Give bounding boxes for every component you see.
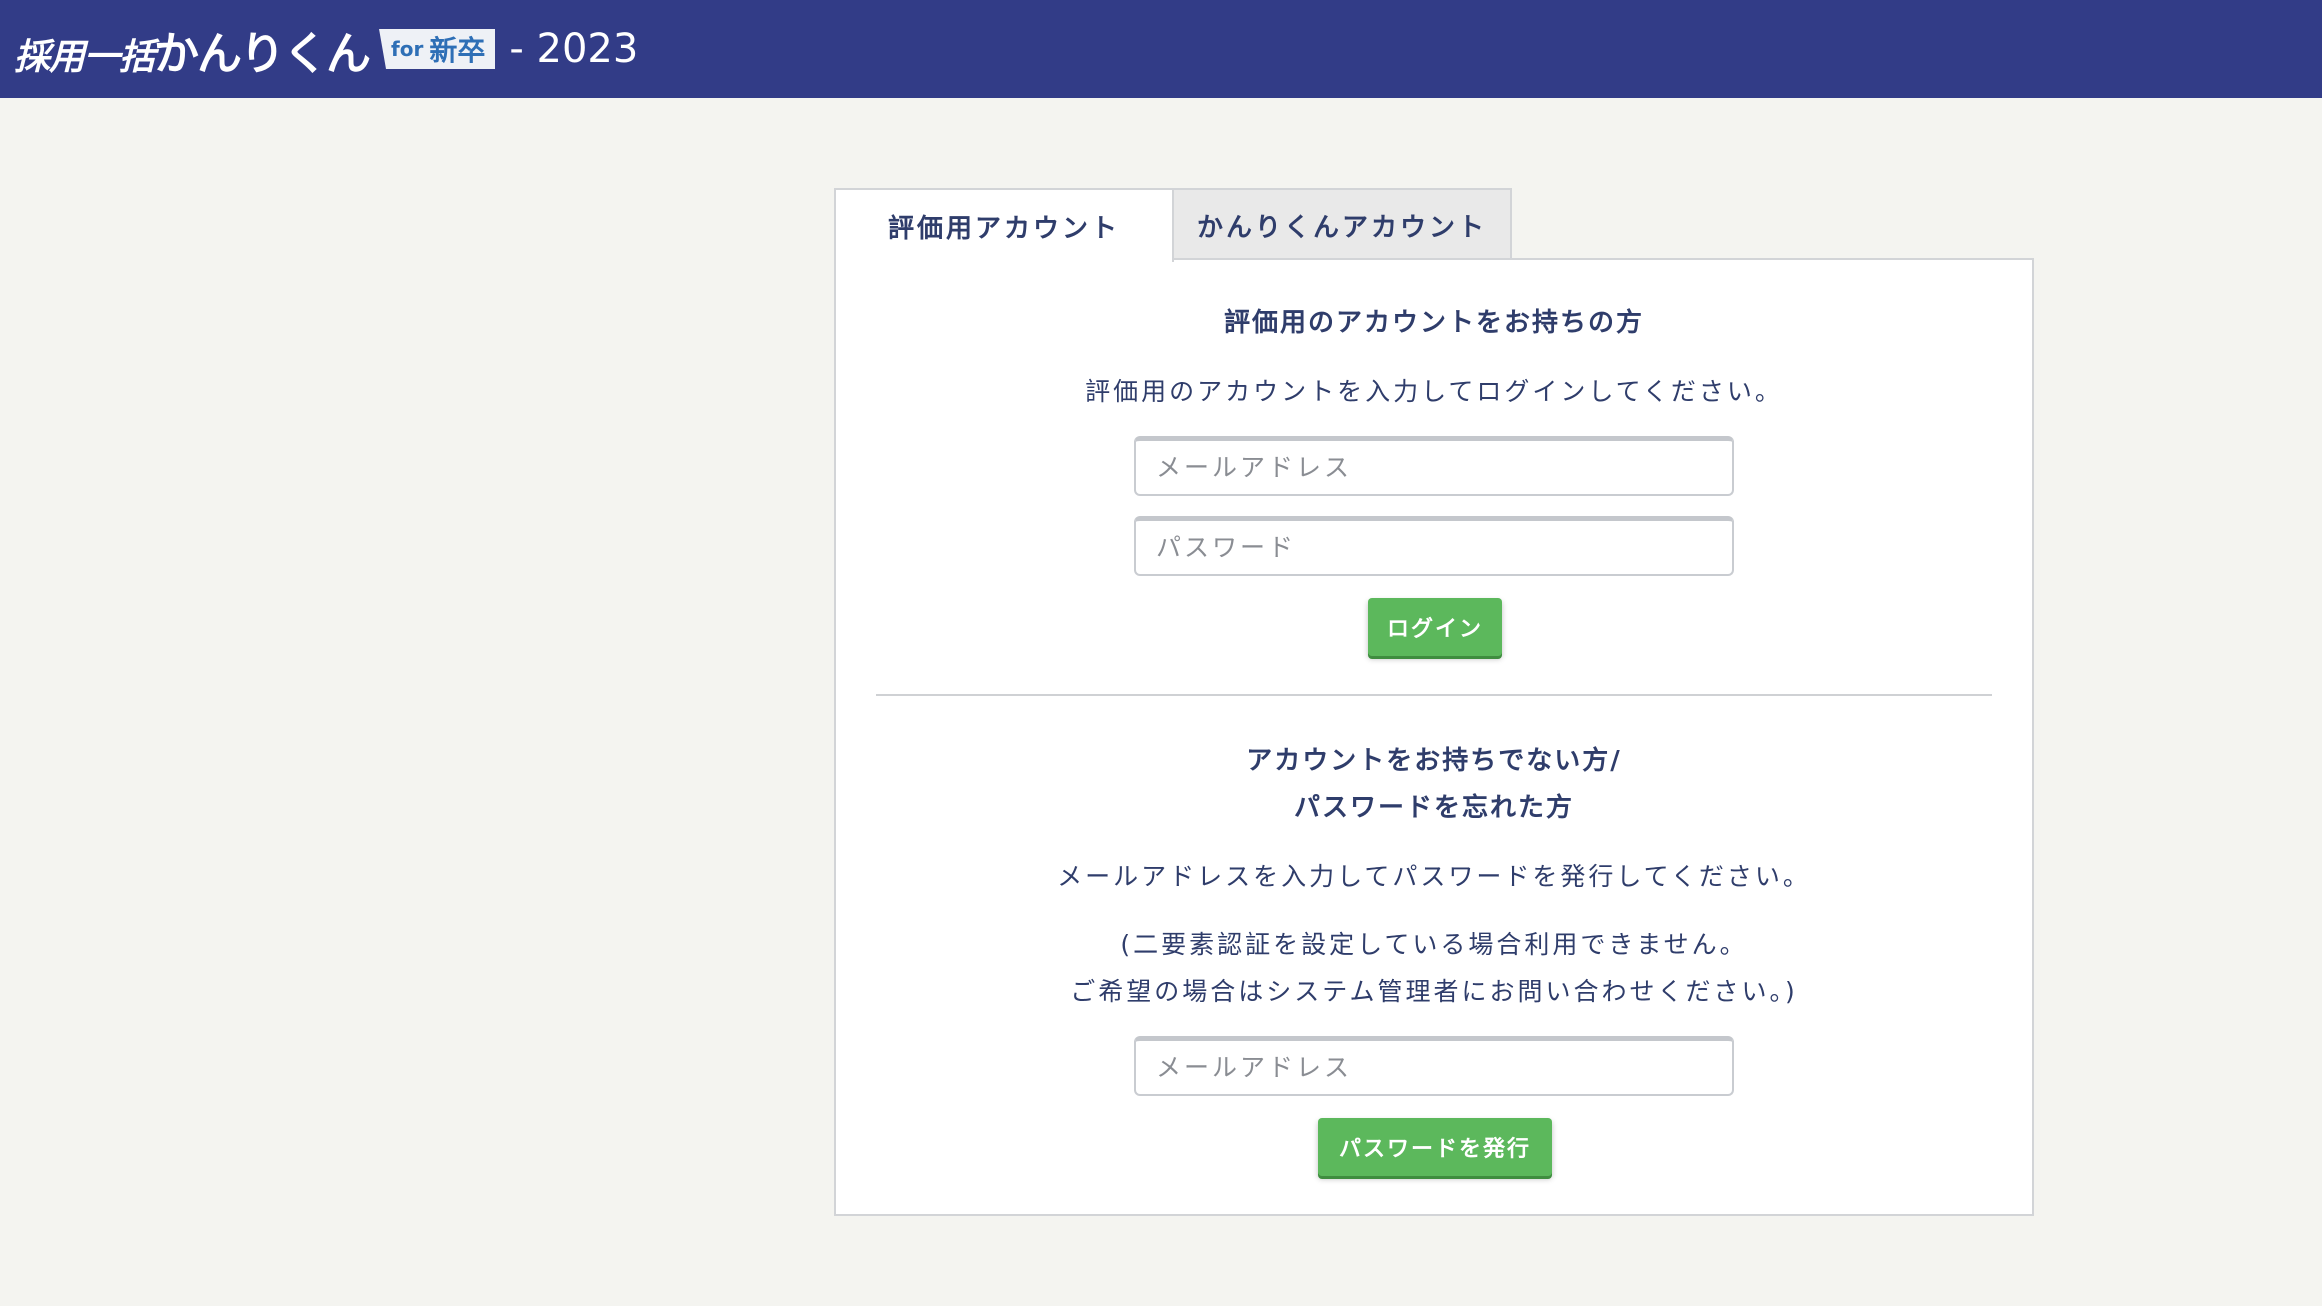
reset-section-note-line2: ご希望の場合はシステム管理者にお問い合わせください。) — [1070, 977, 1798, 1006]
reset-section-title-line1: アカウントをお持ちでない方/ — [1246, 746, 1622, 776]
app-header: 採用一括かんりくん for 新卒 - 2023 — [0, 0, 2322, 98]
account-tabs: 評価用アカウント かんりくんアカウント — [834, 188, 1512, 262]
login-section-title: 評価用のアカウントをお持ちの方 — [1223, 308, 1644, 338]
login-panel: 評価用のアカウントをお持ちの方 評価用のアカウントを入力してログインしてください… — [834, 258, 2034, 1216]
section-divider — [876, 694, 1992, 696]
login-section-description: 評価用のアカウントを入力してログインしてください。 — [1085, 377, 1783, 406]
login-button[interactable]: ログイン — [1368, 598, 1502, 656]
reset-section-note-line1: (二要素認証を設定している場合利用できません。 — [1120, 930, 1748, 959]
app-logo[interactable]: 採用一括かんりくん for 新卒 — [14, 17, 496, 82]
email-field[interactable] — [1134, 436, 1734, 496]
logo-badge: for 新卒 — [379, 29, 496, 69]
reset-email-field[interactable] — [1134, 1036, 1734, 1096]
password-field[interactable] — [1134, 516, 1734, 576]
logo-text: 採用一括かんりくん — [14, 26, 371, 80]
reset-section-description: メールアドレスを入力してパスワードを発行してください。 — [1057, 862, 1811, 891]
tab-kanrikun-account[interactable]: かんりくんアカウント — [1172, 188, 1512, 260]
header-year: - 2023 — [509, 26, 639, 72]
tab-evaluation-account[interactable]: 評価用アカウント — [834, 188, 1174, 262]
logo-badge-kind: 新卒 — [429, 34, 486, 67]
reset-section-title-line2: パスワードを忘れた方 — [1293, 793, 1574, 823]
issue-password-button[interactable]: パスワードを発行 — [1318, 1118, 1552, 1176]
logo-badge-for: for — [391, 37, 424, 61]
